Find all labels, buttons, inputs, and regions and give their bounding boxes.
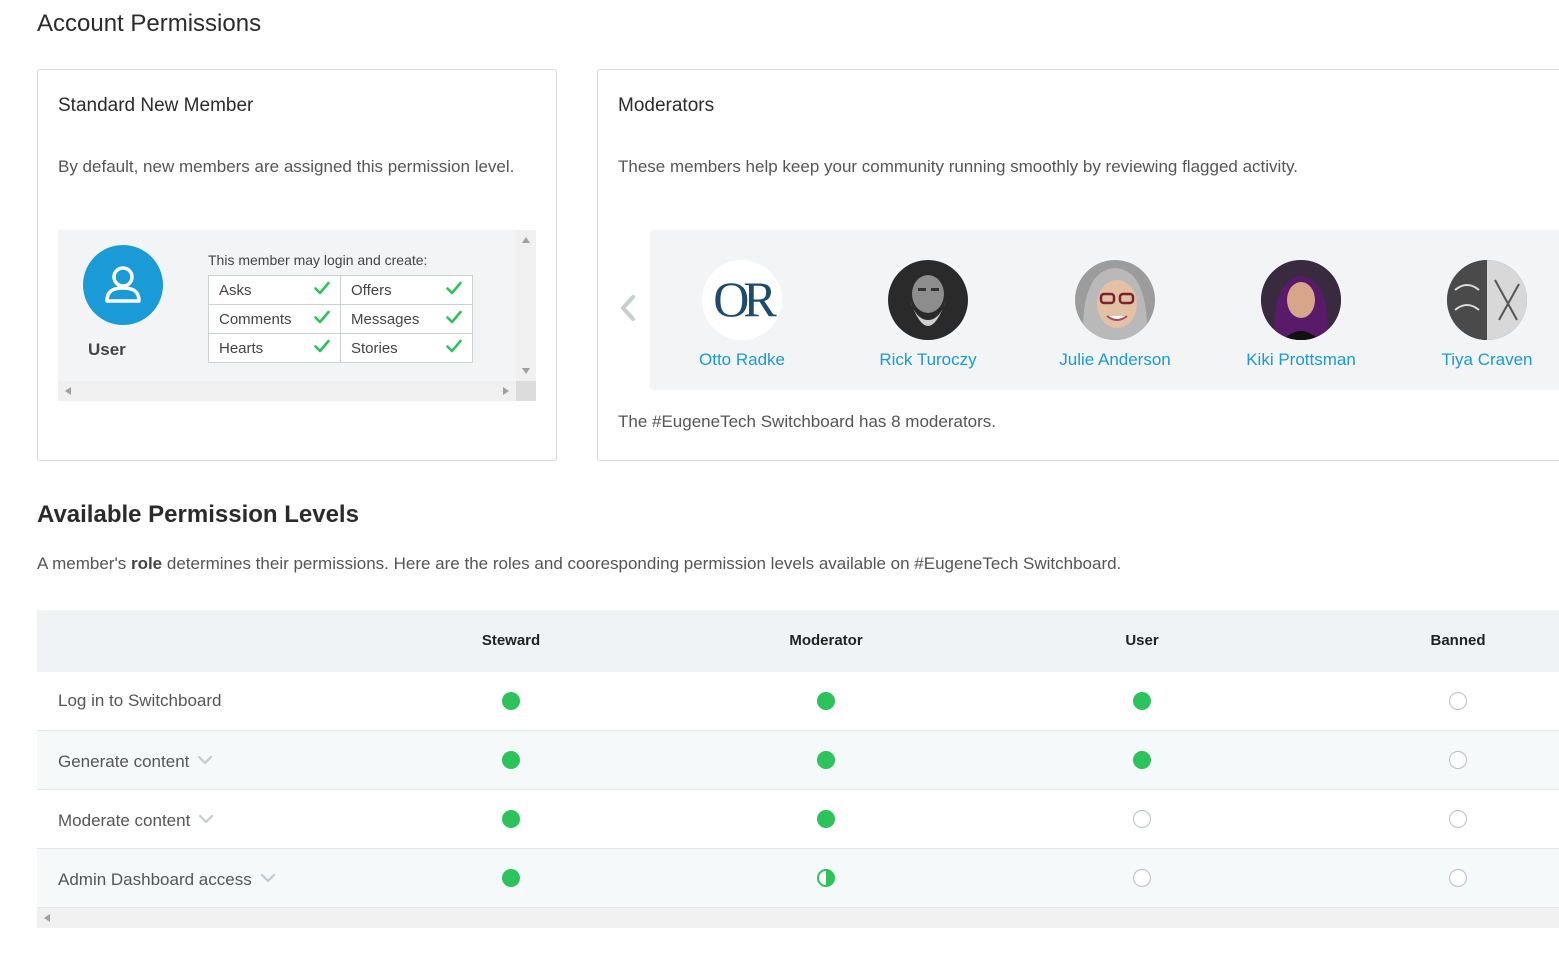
grid-cell: Hearts [208, 333, 341, 363]
standard-member-title: Standard New Member [58, 95, 254, 116]
permission-status-full [817, 692, 835, 710]
moderator-name[interactable]: Otto Radke [662, 350, 822, 370]
column-header-user: User [1125, 632, 1159, 649]
grid-row: Comments Messages [208, 304, 473, 334]
permission-levels-table: Steward Moderator User Banned Log in to … [37, 610, 1559, 928]
levels-title: Available Permission Levels [37, 501, 359, 528]
grid-row: Asks Offers [208, 275, 473, 305]
moderators-card: Moderators These members help keep your … [597, 69, 1559, 461]
scroll-left-icon[interactable] [65, 387, 71, 395]
moderator-item[interactable]: Kiki Prottsman [1221, 260, 1381, 370]
avatar [1075, 260, 1155, 340]
check-icon [314, 281, 330, 299]
check-icon [446, 281, 462, 299]
check-icon [314, 339, 330, 357]
table-row[interactable]: Generate content [37, 731, 1559, 790]
vertical-scrollbar[interactable] [516, 230, 536, 381]
may-create-label: This member may login and create: [208, 252, 428, 268]
permission-status-full [1133, 692, 1151, 710]
permission-status-full [1133, 751, 1151, 769]
moderator-name[interactable]: Rick Turoczy [848, 350, 1008, 370]
check-icon [446, 339, 462, 357]
check-icon [446, 310, 462, 328]
chevron-left-icon [621, 295, 635, 321]
grid-cell: Asks [208, 275, 341, 305]
moderators-description: These members help keep your community r… [618, 157, 1298, 176]
scroll-right-icon[interactable] [503, 387, 509, 395]
grid-cell: Stories [340, 333, 473, 363]
permission-label: Log in to Switchboard [58, 691, 222, 710]
permission-label[interactable]: Moderate content [58, 809, 214, 831]
permission-status-full [502, 751, 520, 769]
standard-member-card: Standard New Member By default, new memb… [37, 69, 557, 461]
scroll-up-icon[interactable] [522, 237, 530, 243]
table-row[interactable]: Moderate content [37, 790, 1559, 849]
moderator-name[interactable]: Julie Anderson [1035, 350, 1195, 370]
permission-status-none [1449, 810, 1467, 828]
permission-status-full [817, 751, 835, 769]
scroll-left-icon[interactable] [44, 914, 50, 922]
moderator-item[interactable]: Tiya Craven [1407, 260, 1559, 370]
chevron-down-icon[interactable] [198, 809, 214, 829]
permission-status-half [817, 869, 835, 887]
table-header: Steward Moderator User Banned [37, 610, 1559, 672]
moderator-item[interactable]: Julie Anderson [1035, 260, 1195, 370]
permission-status-none [1449, 869, 1467, 887]
scroll-down-icon[interactable] [522, 368, 530, 374]
moderator-name[interactable]: Kiki Prottsman [1221, 350, 1381, 370]
avatar [888, 260, 968, 340]
chevron-down-icon[interactable] [197, 750, 213, 770]
page-title: Account Permissions [37, 10, 262, 37]
moderators-title: Moderators [618, 95, 715, 116]
permission-status-none [1449, 751, 1467, 769]
column-header-moderator: Moderator [789, 632, 863, 649]
column-header-banned: Banned [1430, 632, 1486, 649]
check-icon [314, 310, 330, 328]
permission-label[interactable]: Admin Dashboard access [58, 868, 276, 890]
moderator-item[interactable]: Rick Turoczy [848, 260, 1008, 370]
svg-text:OR: OR [713, 271, 777, 327]
moderators-count-text: The #EugeneTech Switchboard has 8 modera… [618, 412, 997, 431]
grid-cell: Comments [208, 304, 341, 334]
permission-label[interactable]: Generate content [58, 750, 213, 772]
grid-cell: Offers [340, 275, 473, 305]
carousel-prev-button[interactable] [618, 294, 638, 327]
permission-status-full [502, 810, 520, 828]
chevron-down-icon[interactable] [260, 868, 276, 888]
create-permissions-grid: Asks Offers Comments Messages Hearts Sto… [208, 275, 473, 363]
table-row[interactable]: Admin Dashboard access [37, 849, 1559, 908]
scrollbar-corner [516, 381, 536, 401]
horizontal-scrollbar[interactable] [37, 908, 1559, 928]
avatar [1261, 260, 1341, 340]
standard-member-panel[interactable]: User This member may login and create: A… [58, 230, 536, 401]
permission-status-full [502, 692, 520, 710]
user-role-avatar [83, 245, 163, 325]
moderator-name[interactable]: Tiya Craven [1407, 350, 1559, 370]
permission-status-none [1133, 869, 1151, 887]
standard-member-description: By default, new members are assigned thi… [58, 157, 515, 176]
column-header-steward: Steward [481, 632, 541, 649]
user-icon [105, 266, 141, 303]
avatar [1447, 260, 1527, 340]
permission-status-none [1449, 692, 1467, 710]
grid-row: Hearts Stories [208, 333, 473, 363]
role-name: User [88, 340, 126, 359]
permission-status-full [502, 869, 520, 887]
moderator-item[interactable]: OR Otto Radke [662, 260, 822, 370]
or-logo-icon: OR [713, 271, 782, 327]
grid-cell: Messages [340, 304, 473, 334]
table-row: Log in to Switchboard [37, 672, 1559, 731]
horizontal-scrollbar[interactable] [58, 381, 516, 401]
levels-description: A member's role determines their permiss… [37, 554, 1122, 573]
moderators-carousel: OR Otto Radke Rick Turoczy Julie Anderso… [650, 230, 1559, 390]
permission-status-full [817, 810, 835, 828]
permission-status-none [1133, 810, 1151, 828]
avatar: OR [702, 260, 782, 340]
